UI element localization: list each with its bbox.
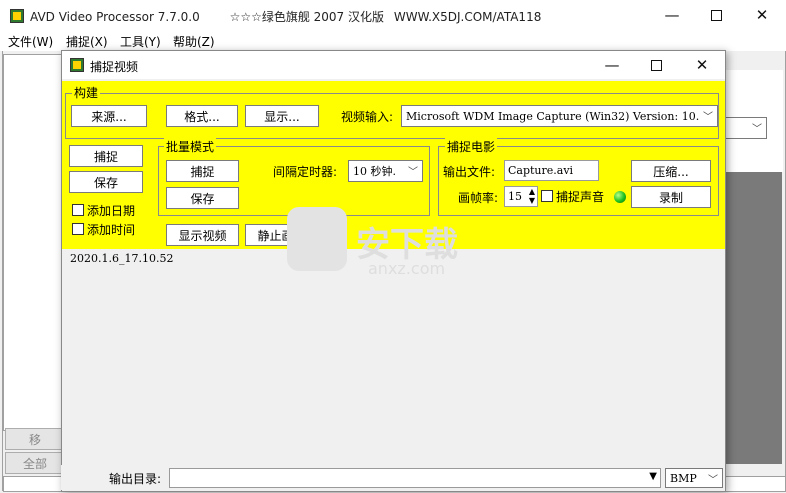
bg-all-button[interactable]: 全部 [5,452,65,474]
frame-rate-value: 15 [508,190,522,203]
chevron-down-icon: ﹀ [703,112,713,123]
close-icon: ✕ [695,56,709,74]
bg-move-button[interactable]: 移 [5,428,65,450]
watermark-domain: anxz.com [368,259,446,278]
chevron-down-icon[interactable]: ▼ [649,471,657,482]
capture-log-line: 2020.1.6_17.10.52 [70,252,174,265]
minimize-icon: — [664,6,680,24]
spinner-arrows-icon[interactable]: ▲ ▼ [529,187,535,205]
dialog-title-bar: 捕捉视频 — ✕ [62,51,725,79]
compress-button[interactable]: 压缩... [631,160,711,182]
image-format-select[interactable]: BMP ﹀ [665,468,723,488]
chevron-down-icon: ﹀ [752,124,762,135]
dialog-close-button[interactable]: ✕ [680,51,724,79]
menu-capture[interactable]: 捕捉(X) [66,33,108,50]
add-time-checkbox[interactable] [72,223,84,235]
frame-rate-label: 画帧率: [458,191,499,205]
dialog-minimize-button[interactable]: — [590,51,634,79]
output-dir-input[interactable]: ▼ [169,468,661,488]
app-icon [10,9,24,23]
menu-file[interactable]: 文件(W) [8,33,53,50]
video-input-value: Microsoft WDM Image Capture (Win32) Vers… [406,109,700,123]
show-video-button[interactable]: 显示视频 [166,224,239,246]
maximize-icon [710,9,722,21]
maximize-icon [650,59,662,71]
menu-tools[interactable]: 工具(Y) [120,33,161,50]
capture-video-dialog: 捕捉视频 — ✕ 构建 来源... 格式... 显示... 视频输入: Micr… [61,50,726,492]
record-button[interactable]: 录制 [631,186,711,208]
status-led-icon [614,191,626,203]
video-input-select[interactable]: Microsoft WDM Image Capture (Win32) Vers… [401,105,718,127]
menu-help[interactable]: 帮助(Z) [173,33,215,50]
batch-capture-button[interactable]: 捕捉 [166,160,239,182]
maximize-button[interactable] [694,0,738,30]
output-dir-label: 输出目录: [109,472,162,486]
interval-timer-select[interactable]: 10 秒钟. ﹀ [348,160,423,182]
main-title-bar: AVD Video Processor 7.7.0.0 ☆☆☆绿色旗舰 2007… [0,0,786,31]
chevron-down-icon: ﹀ [408,167,418,178]
dialog-title: 捕捉视频 [90,60,139,74]
interval-timer-label: 间隔定时器: [273,165,338,179]
capture-audio-checkbox[interactable] [541,190,553,202]
app-subtitle: ☆☆☆绿色旗舰 2007 汉化版 [229,10,385,24]
interval-timer-value: 10 秒钟. [353,165,396,178]
right-combo[interactable]: ﹀ [725,117,767,139]
minimize-icon: — [604,56,620,74]
video-input-label: 视频输入: [341,110,394,124]
main-window-title: AVD Video Processor 7.7.0.0 ☆☆☆绿色旗舰 2007… [30,8,541,25]
watermark-shield-icon [287,207,347,271]
output-file-label: 输出文件: [443,165,496,179]
image-format-value: BMP [670,471,697,485]
main-menu-bar: 文件(W) 捕捉(X) 工具(Y) 帮助(Z) [0,31,786,51]
dialog-icon [70,58,84,72]
app-site: WWW.X5DJ.COM/ATA118 [393,10,542,24]
display-button[interactable]: 显示... [245,105,319,127]
output-directory-bar: 输出目录: ▼ BMP ﹀ [61,465,724,490]
source-button[interactable]: 来源... [71,105,147,127]
minimize-button[interactable]: — [650,0,694,30]
capture-movie-label: 捕捉电影 [445,138,498,155]
close-icon: ✕ [755,6,769,24]
close-button[interactable]: ✕ [740,0,784,30]
frame-rate-spinner[interactable]: 15 ▲ ▼ [504,186,538,207]
batch-save-button[interactable]: 保存 [166,187,239,209]
left-list-panel [3,54,63,431]
app-title: AVD Video Processor 7.7.0.0 [30,10,200,24]
right-preview-area [725,172,782,464]
add-time-label: 添加时间 [87,223,136,237]
capture-button[interactable]: 捕捉 [69,145,143,167]
batch-mode-label: 批量模式 [164,138,217,155]
add-date-checkbox[interactable] [72,204,84,216]
build-group-label: 构建 [72,84,101,101]
save-button[interactable]: 保存 [69,171,143,193]
chevron-down-icon: ﹀ [708,475,718,486]
output-file-input[interactable]: Capture.avi [504,160,599,181]
format-button[interactable]: 格式... [166,105,238,127]
add-date-label: 添加日期 [87,204,136,218]
dialog-maximize-button[interactable] [634,51,678,79]
capture-audio-label: 捕捉声音 [556,190,605,204]
